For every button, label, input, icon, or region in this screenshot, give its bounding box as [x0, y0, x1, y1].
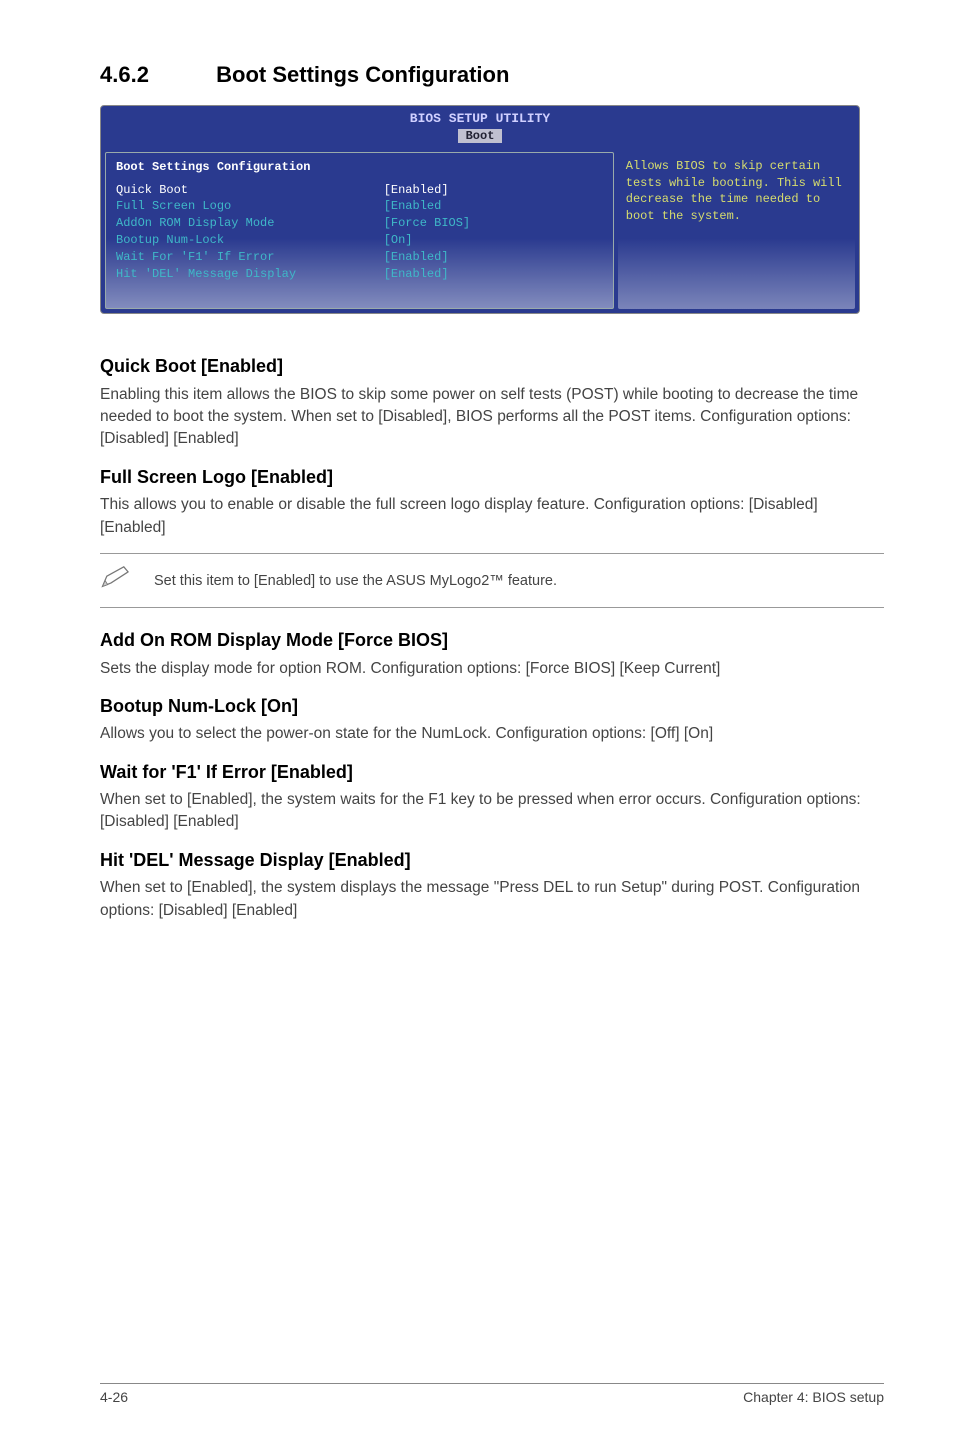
bios-help-panel: Allows BIOS to skip certain tests while …	[618, 152, 855, 310]
section-title: Boot Settings Configuration	[216, 62, 509, 87]
bios-left-panel: Boot Settings Configuration Quick Boot […	[105, 152, 614, 310]
bios-row-value: [Enabled]	[384, 249, 449, 266]
bios-row-label: Wait For 'F1' If Error	[116, 249, 384, 266]
bios-tab-row: Boot	[101, 128, 859, 148]
item-heading-addon-rom: Add On ROM Display Mode [Force BIOS]	[100, 628, 884, 653]
bios-tab-boot: Boot	[458, 129, 503, 143]
bios-row-value: [Force BIOS]	[384, 215, 470, 232]
item-body-addon-rom: Sets the display mode for option ROM. Co…	[100, 658, 884, 680]
item-body-hit-del: When set to [Enabled], the system displa…	[100, 877, 884, 922]
item-heading-numlock: Bootup Num-Lock [On]	[100, 694, 884, 719]
bios-row-label: Hit 'DEL' Message Display	[116, 266, 384, 283]
section-number: 4.6.2	[100, 60, 210, 91]
item-heading-quick-boot: Quick Boot [Enabled]	[100, 354, 884, 379]
item-heading-wait-f1: Wait for 'F1' If Error [Enabled]	[100, 760, 884, 785]
bios-help-text: Allows BIOS to skip certain tests while …	[626, 158, 847, 225]
item-body-full-screen-logo: This allows you to enable or disable the…	[100, 494, 884, 539]
bios-row-label: Quick Boot	[116, 182, 384, 199]
bios-row-label: AddOn ROM Display Mode	[116, 215, 384, 232]
bios-row-value: [On]	[384, 232, 413, 249]
bios-row: Quick Boot [Enabled]	[116, 182, 603, 199]
note-text: Set this item to [Enabled] to use the AS…	[154, 571, 557, 591]
bios-row: Full Screen Logo [Enabled	[116, 198, 603, 215]
item-body-numlock: Allows you to select the power-on state …	[100, 723, 884, 745]
bios-row: AddOn ROM Display Mode [Force BIOS]	[116, 215, 603, 232]
note-block: Set this item to [Enabled] to use the AS…	[100, 553, 884, 608]
section-heading: 4.6.2 Boot Settings Configuration	[100, 60, 884, 91]
item-body-quick-boot: Enabling this item allows the BIOS to sk…	[100, 384, 884, 451]
bios-screenshot: BIOS SETUP UTILITY Boot Boot Settings Co…	[100, 105, 860, 315]
bios-row-value: [Enabled	[384, 198, 442, 215]
bios-row-label: Bootup Num-Lock	[116, 232, 384, 249]
bios-row: Wait For 'F1' If Error [Enabled]	[116, 249, 603, 266]
footer-chapter: Chapter 4: BIOS setup	[743, 1388, 884, 1408]
bios-panel-heading: Boot Settings Configuration	[116, 159, 603, 176]
bios-row-value: [Enabled]	[384, 266, 449, 283]
bios-row: Bootup Num-Lock [On]	[116, 232, 603, 249]
item-body-wait-f1: When set to [Enabled], the system waits …	[100, 789, 884, 834]
page-footer: 4-26 Chapter 4: BIOS setup	[100, 1383, 884, 1408]
item-heading-full-screen-logo: Full Screen Logo [Enabled]	[100, 465, 884, 490]
bios-row-value: [Enabled]	[384, 182, 449, 199]
footer-page: 4-26	[100, 1388, 128, 1408]
bios-row-label: Full Screen Logo	[116, 198, 384, 215]
bios-utility-title: BIOS SETUP UTILITY	[101, 106, 859, 128]
item-heading-hit-del: Hit 'DEL' Message Display [Enabled]	[100, 848, 884, 873]
pencil-icon	[100, 564, 134, 597]
bios-row: Hit 'DEL' Message Display [Enabled]	[116, 266, 603, 283]
